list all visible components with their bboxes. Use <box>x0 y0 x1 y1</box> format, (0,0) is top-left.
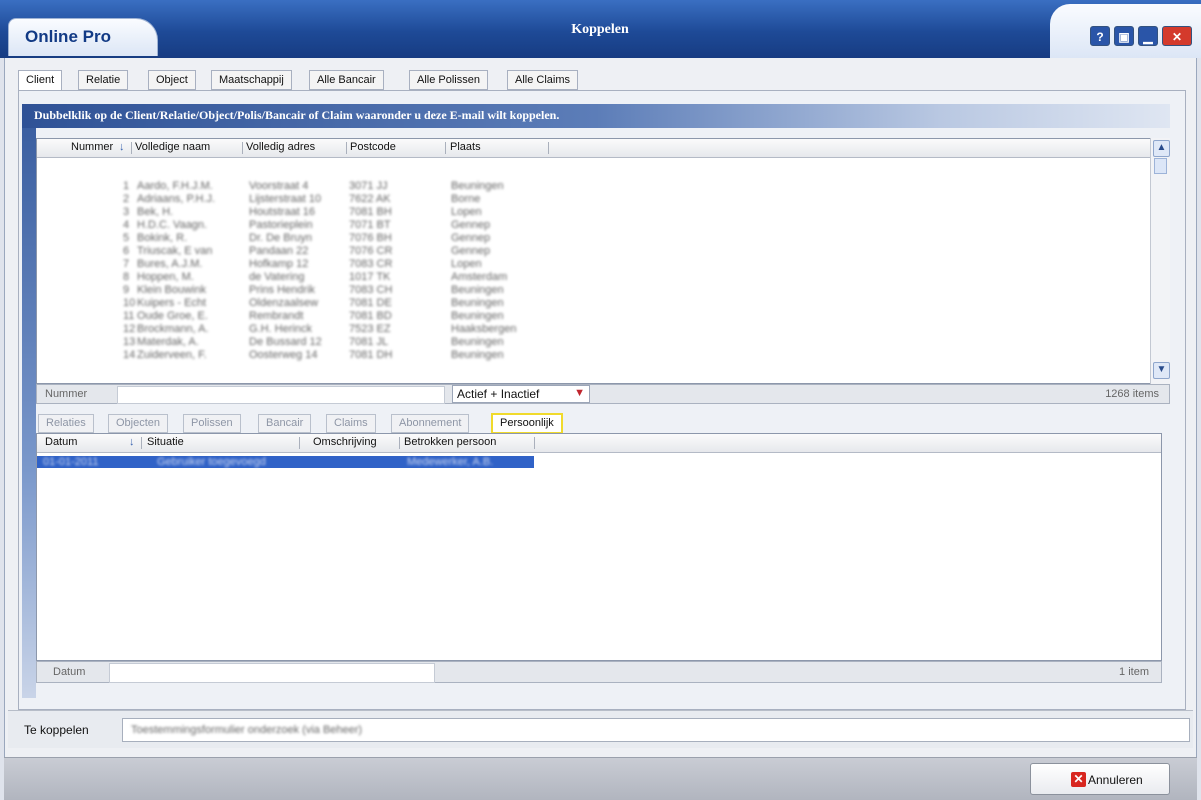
tab-object[interactable]: Object <box>148 70 196 90</box>
side-gradient <box>22 128 36 698</box>
blurred-cell: Medewerker, A.B. <box>407 456 494 468</box>
blurred-cell: 01-01-2011 <box>43 456 99 468</box>
client-grid-footer: Nummer 1268 items <box>36 384 1170 404</box>
col-omschrijving[interactable]: Omschrijving <box>313 436 377 448</box>
col-situatie[interactable]: Situatie <box>147 436 184 448</box>
filter-field-label: Nummer <box>45 388 88 400</box>
scroll-thumb[interactable] <box>1154 158 1167 174</box>
sort-down-icon: ↓ <box>129 436 135 448</box>
datum-filter-input[interactable] <box>109 663 435 683</box>
col-volledige-naam[interactable]: Volledige naam <box>135 141 210 153</box>
subtab-persoonlijk[interactable]: Persoonlijk <box>491 413 563 434</box>
filter-input[interactable] <box>117 386 445 404</box>
tab-client[interactable]: Client <box>18 70 63 92</box>
subtab-relaties[interactable]: Relaties <box>38 414 94 433</box>
col-datum[interactable]: Datum <box>45 436 77 448</box>
persoonlijk-grid-footer: Datum 1 item <box>36 661 1162 683</box>
subtab-polissen[interactable]: Polissen <box>183 414 241 433</box>
brand-name: Online Pro <box>25 27 111 46</box>
col-postcode[interactable]: Postcode <box>350 141 396 153</box>
col-betrokken-persoon[interactable]: Betrokken persoon <box>404 436 496 448</box>
client-grid[interactable]: Nummer ↓ Volledige naam Volledig adres P… <box>36 138 1170 384</box>
blurred-cell: Gebruiker toegevoegd <box>157 456 266 468</box>
col-plaats[interactable]: Plaats <box>450 141 481 153</box>
restore-icon[interactable]: ▣ <box>1114 26 1134 46</box>
instruction-banner: Dubbelklik op de Client/Relatie/Object/P… <box>22 104 1170 128</box>
cancel-label: Annuleren <box>1088 773 1143 787</box>
tab-alle-claims[interactable]: Alle Claims <box>507 70 579 90</box>
minimize-icon[interactable]: ▁ <box>1138 26 1158 46</box>
subtab-objecten[interactable]: Objecten <box>108 414 169 433</box>
col-volledig-adres[interactable]: Volledig adres <box>246 141 315 153</box>
link-label: Te koppelen <box>24 723 89 737</box>
scroll-down-icon[interactable]: ▼ <box>1153 362 1170 379</box>
dropdown-arrow-icon[interactable]: ▼ <box>574 387 585 399</box>
link-input[interactable]: Toestemmingsformulier onderzoek (via Beh… <box>122 718 1190 742</box>
link-value-blurred: Toestemmingsformulier onderzoek (via Beh… <box>131 724 363 736</box>
persoonlijk-item-count: 1 item <box>1119 666 1149 678</box>
status-filter-select[interactable]: Actief + Inactief ▼ <box>452 385 590 403</box>
scroll-up-icon[interactable]: ▲ <box>1153 140 1170 157</box>
tab-maatschappij[interactable]: Maatschappij <box>211 70 292 90</box>
persoonlijk-grid[interactable]: Datum ↓ Situatie Omschrijving Betrokken … <box>36 433 1162 661</box>
sort-down-icon: ↓ <box>119 141 125 153</box>
selected-row[interactable]: 01-01-2011 Gebruiker toegevoegd Medewerk… <box>37 456 534 468</box>
persoonlijk-grid-header: Datum ↓ Situatie Omschrijving Betrokken … <box>37 434 1161 453</box>
tab-alle-polissen[interactable]: Alle Polissen <box>409 70 488 90</box>
client-grid-scrollbar[interactable]: ▲ ▼ <box>1150 138 1170 384</box>
client-grid-header: Nummer ↓ Volledige naam Volledig adres P… <box>37 139 1169 158</box>
subtab-bancair[interactable]: Bancair <box>258 414 312 433</box>
col-nummer[interactable]: Nummer <box>71 141 113 153</box>
tab-relatie[interactable]: Relatie <box>78 70 129 90</box>
client-item-count: 1268 items <box>1105 388 1159 400</box>
cancel-x-icon: ✕ <box>1071 772 1086 787</box>
bottom-bar <box>4 757 1197 800</box>
filter-datum-label: Datum <box>53 666 86 678</box>
window-title: Koppelen <box>571 22 629 37</box>
cancel-button[interactable]: ✕ Annuleren <box>1030 763 1170 795</box>
brand-tab: Online Pro <box>8 18 158 56</box>
subtab-claims[interactable]: Claims <box>326 414 376 433</box>
status-filter-value: Actief + Inactief <box>457 387 540 401</box>
close-icon[interactable]: ✕ <box>1162 26 1192 46</box>
tab-alle-bancair[interactable]: Alle Bancair <box>309 70 384 90</box>
subtab-abonnement[interactable]: Abonnement <box>391 414 470 433</box>
help-icon[interactable]: ? <box>1090 26 1110 46</box>
